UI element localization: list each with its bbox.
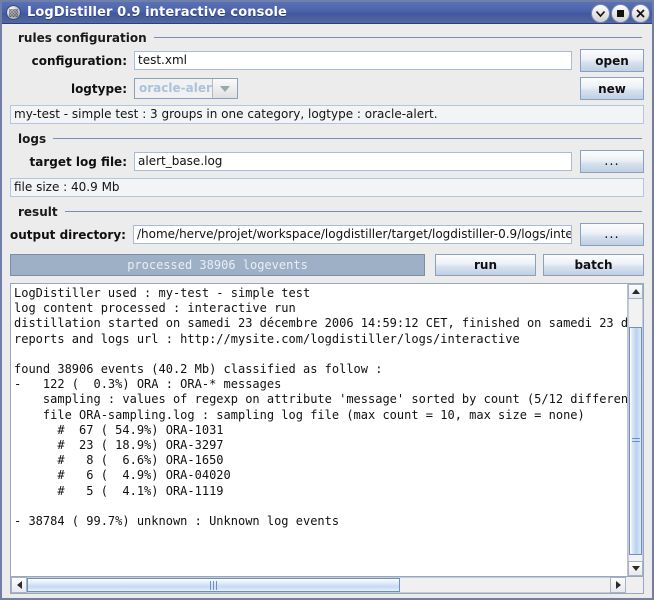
logtype-combobox[interactable]: oracle-alert bbox=[134, 78, 238, 99]
console-horizontal-scrollbar[interactable] bbox=[10, 576, 644, 594]
chevron-down-icon[interactable] bbox=[213, 79, 237, 98]
window-controls bbox=[591, 2, 650, 23]
main-content: rules configuration configuration: test.… bbox=[2, 24, 652, 598]
result-section-title: result bbox=[10, 204, 644, 219]
progress-bar: processed 38906 logevents bbox=[10, 254, 425, 276]
new-button[interactable]: new bbox=[580, 77, 644, 100]
window-title: LogDistiller 0.9 interactive console bbox=[27, 5, 287, 20]
progress-bar-label: processed 38906 logevents bbox=[127, 258, 308, 272]
vertical-scroll-thumb[interactable] bbox=[629, 327, 642, 555]
logtype-label: logtype: bbox=[70, 81, 127, 96]
section-divider-line bbox=[153, 37, 642, 38]
run-button[interactable]: run bbox=[435, 254, 536, 276]
console-output-text[interactable]: LogDistiller used : my-test - simple tes… bbox=[11, 284, 627, 576]
open-button[interactable]: open bbox=[580, 49, 644, 72]
console-vertical-scrollbar[interactable] bbox=[627, 284, 643, 576]
output-directory-row: output directory: /home/herve/projet/wor… bbox=[10, 223, 644, 246]
logs-label: logs bbox=[18, 131, 47, 146]
maximize-button[interactable] bbox=[611, 3, 630, 23]
console-scrollpane: LogDistiller used : my-test - simple tes… bbox=[10, 283, 644, 576]
logtype-selected-value: oracle-alert bbox=[135, 79, 213, 98]
app-dotted-circle-icon bbox=[6, 5, 21, 20]
rules-configuration-label: rules configuration bbox=[18, 30, 147, 45]
target-log-file-row: target log file: alert_base.log ... bbox=[10, 150, 644, 173]
browse-log-file-button[interactable]: ... bbox=[580, 150, 644, 173]
triangle-right-icon[interactable] bbox=[610, 577, 626, 593]
rules-summary-text: my-test - simple test : 3 groups in one … bbox=[10, 105, 644, 124]
minimize-button[interactable] bbox=[591, 3, 610, 23]
section-divider-line bbox=[53, 138, 642, 139]
configuration-label: configuration: bbox=[31, 53, 127, 68]
configuration-input[interactable]: test.xml bbox=[134, 51, 572, 70]
title-bar: LogDistiller 0.9 interactive console bbox=[2, 2, 652, 24]
result-label: result bbox=[18, 204, 58, 219]
file-size-text: file size : 40.9 Mb bbox=[10, 178, 644, 197]
configuration-row: configuration: test.xml open bbox=[10, 49, 644, 72]
batch-button[interactable]: batch bbox=[543, 254, 644, 276]
triangle-up-icon[interactable] bbox=[628, 284, 643, 299]
scrollbar-corner bbox=[626, 577, 643, 593]
close-button[interactable] bbox=[631, 3, 650, 23]
target-log-file-label: target log file: bbox=[29, 154, 127, 169]
output-directory-label: output directory: bbox=[10, 227, 126, 242]
logtype-row: logtype: oracle-alert new bbox=[10, 77, 644, 100]
browse-output-directory-button[interactable]: ... bbox=[580, 223, 644, 246]
horizontal-scroll-thumb[interactable] bbox=[27, 578, 401, 592]
triangle-left-icon[interactable] bbox=[11, 577, 27, 593]
horizontal-scroll-track[interactable] bbox=[27, 577, 610, 593]
triangle-down-icon[interactable] bbox=[628, 561, 643, 576]
vertical-scroll-track[interactable] bbox=[628, 299, 643, 561]
section-divider-line bbox=[64, 211, 642, 212]
application-window: LogDistiller 0.9 interactive console rul… bbox=[0, 0, 654, 600]
console-output-panel: LogDistiller used : my-test - simple tes… bbox=[10, 283, 644, 594]
logs-section-title: logs bbox=[10, 131, 644, 146]
progress-and-actions-row: processed 38906 logevents run batch bbox=[10, 254, 644, 276]
output-directory-input[interactable]: /home/herve/projet/workspace/logdistille… bbox=[132, 225, 572, 244]
target-log-file-input[interactable]: alert_base.log bbox=[134, 152, 572, 171]
rules-configuration-section-title: rules configuration bbox=[10, 30, 644, 45]
